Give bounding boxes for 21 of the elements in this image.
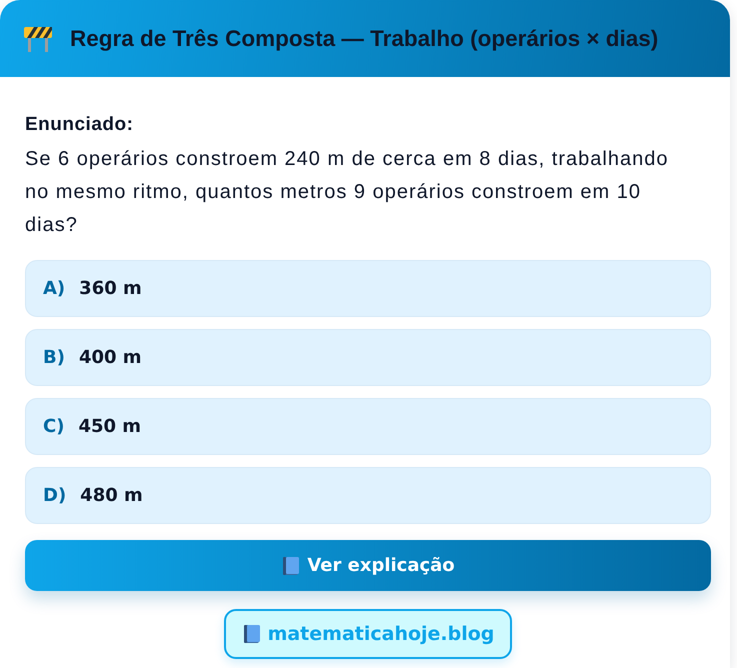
- option-letter: C): [43, 416, 64, 437]
- statement-text: Se 6 operários constroem 240 m de cerca em 8 dias, trabalhando no mesmo ritmo, quantos metros 9 operários constroem em 10 dias?: [25, 147, 670, 238]
- construction-barrier-icon: [24, 26, 52, 52]
- option-letter: B): [43, 347, 65, 368]
- answer-option[interactable]: B) 400 m: [25, 329, 711, 386]
- quiz-title: Regra de Três Composta — Trabalho (operários × dias): [70, 26, 658, 52]
- answer-option[interactable]: C) 450 m: [25, 398, 711, 455]
- option-value: 480 m: [80, 485, 143, 506]
- option-letter: A): [43, 278, 66, 299]
- option-value: 360 m: [79, 278, 142, 299]
- option-value: 450 m: [78, 416, 142, 437]
- answer-option[interactable]: D) 480 m: [25, 467, 711, 524]
- option-value: 400 m: [78, 347, 142, 368]
- statement-label: Enunciado:: [25, 113, 134, 137]
- explanation-button-label: Ver explicação: [307, 555, 455, 576]
- book-icon: [242, 624, 262, 644]
- site-link-label: matematicahoje.blog: [268, 623, 494, 645]
- answer-option[interactable]: A) 360 m: [25, 260, 711, 317]
- explanation-button[interactable]: Ver explicação: [25, 540, 711, 591]
- option-letter: D): [43, 485, 66, 506]
- book-icon: [281, 556, 302, 576]
